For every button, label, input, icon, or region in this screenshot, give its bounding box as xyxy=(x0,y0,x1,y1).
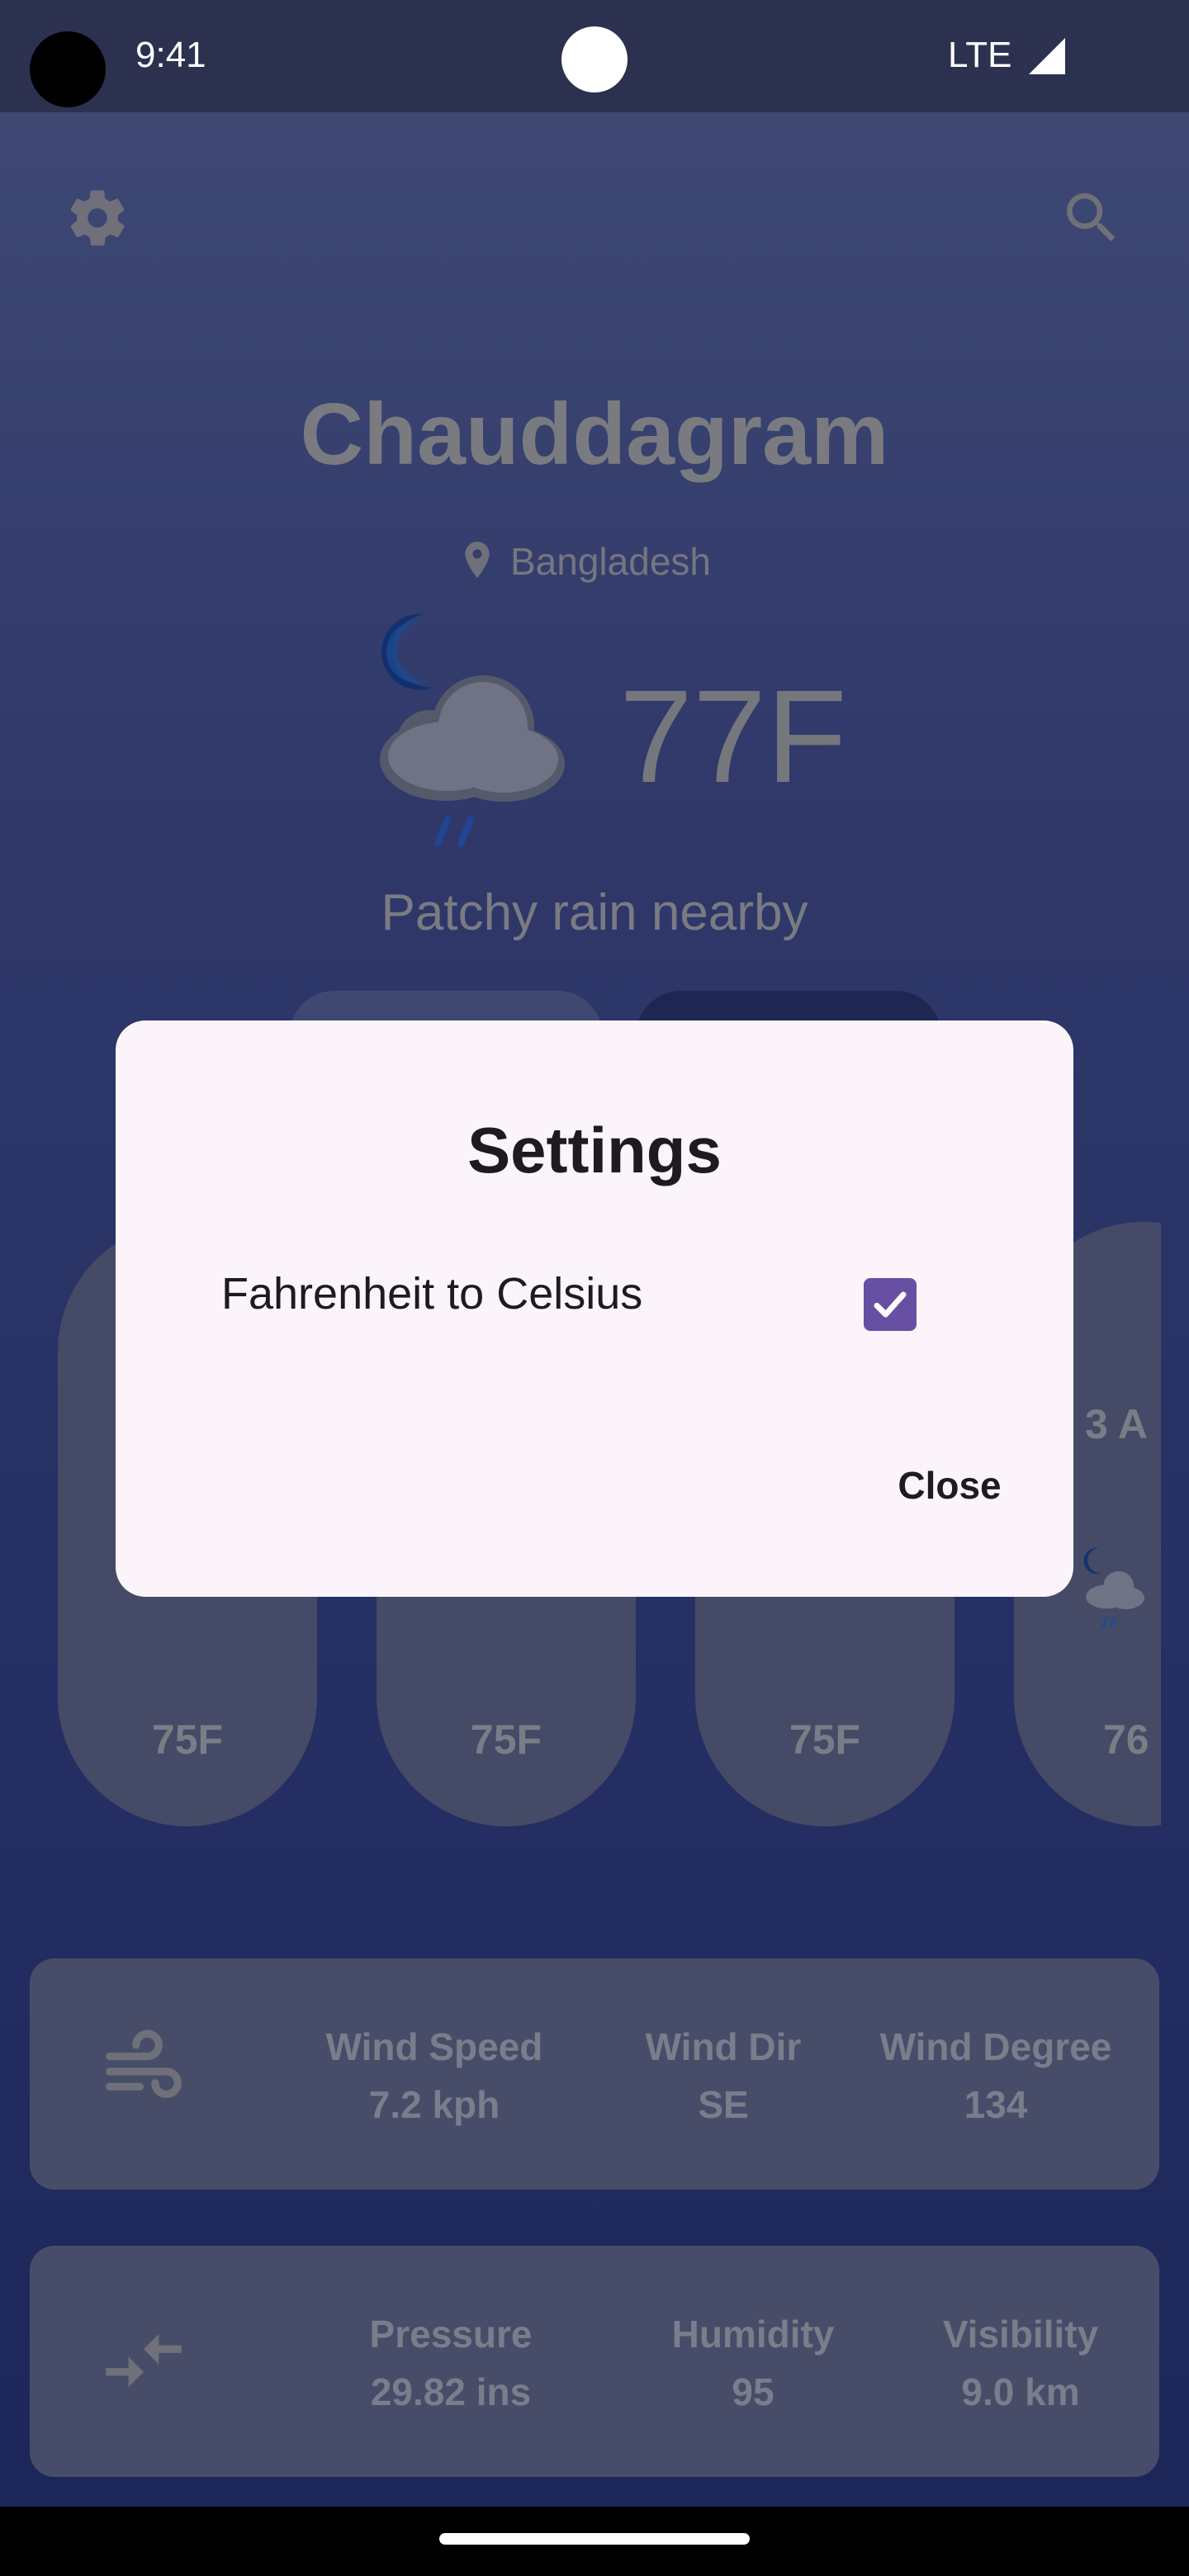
hourly-temp: 75F xyxy=(151,1717,224,1763)
atmosphere-card: Pressure 29.82 ins Humidity 95 Visibilit… xyxy=(30,2246,1159,2477)
wind-speed-label: Wind Speed xyxy=(325,2025,543,2068)
check-icon xyxy=(874,1291,907,1318)
wind-speed: Wind Speed 7.2 kph xyxy=(294,2018,575,2133)
home-handle[interactable] xyxy=(439,2533,750,2545)
visibility: Visibility 9.0 km xyxy=(897,2305,1144,2421)
current-temperature: 77F xyxy=(619,662,847,810)
humidity-label: Humidity xyxy=(671,2313,835,2356)
wind-degree: Wind Degree 134 xyxy=(855,2018,1136,2133)
wind-speed-value: 7.2 kph xyxy=(368,2083,500,2126)
network-type: LTE xyxy=(948,35,1012,75)
hourly-time: 3 A xyxy=(1085,1401,1148,1447)
status-time: 9:41 xyxy=(135,35,206,75)
dialog-title: Settings xyxy=(467,1114,722,1186)
gear-icon[interactable] xyxy=(64,185,130,251)
search-icon[interactable] xyxy=(1059,185,1125,251)
wind-degree-value: 134 xyxy=(964,2083,1028,2126)
location-row: Bangladesh xyxy=(459,537,711,586)
humidity: Humidity 95 xyxy=(621,2305,885,2421)
front-camera xyxy=(561,26,628,92)
wind-dir-value: SE xyxy=(698,2083,749,2126)
settings-dialog: Settings Fahrenheit to Celsius Close xyxy=(116,1020,1073,1597)
hourly-temp: 75F xyxy=(789,1717,861,1763)
humidity-value: 95 xyxy=(732,2370,775,2413)
camera-cutout xyxy=(30,31,106,107)
pressure-arrows-icon xyxy=(106,2333,182,2388)
wind-degree-label: Wind Degree xyxy=(879,2025,1112,2068)
pressure-label: Pressure xyxy=(369,2313,533,2356)
wind-card: Wind Speed 7.2 kph Wind Dir SE Wind Degr… xyxy=(30,1958,1159,2190)
visibility-value: 9.0 km xyxy=(961,2370,1080,2413)
wind-direction: Wind Dir SE xyxy=(599,2018,847,2133)
phone-screen: 9:41 LTE Chauddagram Bangladesh 77F Patc… xyxy=(0,0,1189,2576)
close-button[interactable]: Close xyxy=(859,1440,1040,1531)
hourly-temp: 76 xyxy=(1103,1717,1149,1763)
fahrenheit-to-celsius-checkbox[interactable] xyxy=(864,1278,917,1331)
wind-icon xyxy=(106,2029,182,2099)
pressure-value: 29.82 ins xyxy=(370,2370,532,2413)
country-name: Bangladesh xyxy=(510,540,711,583)
night-rain-cloud-icon xyxy=(1083,1547,1144,1629)
wind-dir-label: Wind Dir xyxy=(645,2025,802,2068)
weather-condition: Patchy rain nearby xyxy=(381,884,808,941)
visibility-label: Visibility xyxy=(942,2313,1099,2356)
night-rain-cloud-icon xyxy=(380,613,565,847)
pressure: Pressure 29.82 ins xyxy=(310,2305,591,2421)
fahrenheit-to-celsius-label: Fahrenheit to Celsius xyxy=(221,1269,643,1319)
city-name: Chauddagram xyxy=(300,386,889,483)
location-pin-icon xyxy=(465,542,490,579)
hourly-temp: 75F xyxy=(470,1717,542,1763)
status-bar: 9:41 LTE xyxy=(0,0,1189,112)
signal-icon xyxy=(1029,38,1065,74)
